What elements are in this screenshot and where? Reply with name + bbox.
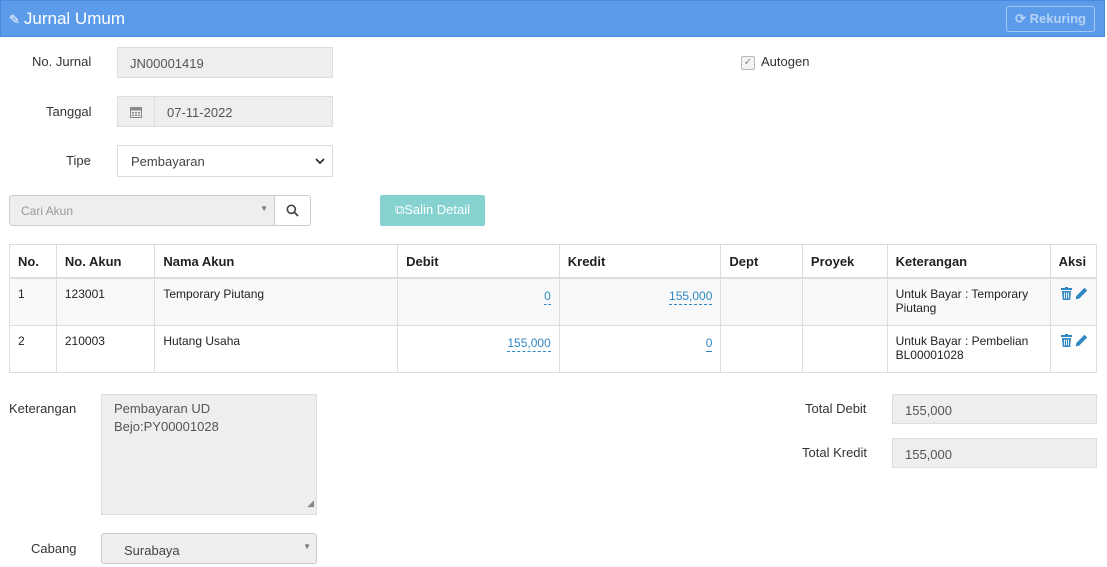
tanggal-value: 07-11-2022 — [167, 105, 233, 120]
cell-no: 2 — [9, 324, 57, 373]
autogen-checkbox[interactable]: ✓ — [741, 56, 755, 70]
keterangan-textarea[interactable]: Pembayaran UD Bejo:PY00001028 ◢ — [101, 394, 317, 515]
total-debit-field: 155,000 — [892, 394, 1097, 424]
cell-aksi — [1049, 324, 1098, 373]
cari-akun-group: Cari Akun ▼ — [9, 195, 311, 226]
debit-editable[interactable]: 155,000 — [507, 336, 551, 352]
panel-header: ✎ Jurnal Umum ⟳ Rekuring — [0, 0, 1105, 37]
tanggal-field[interactable]: 07-11-2022 — [117, 96, 333, 127]
total-debit-value: 155,000 — [905, 403, 952, 418]
col-debit: Debit — [397, 244, 560, 279]
table-header-row: No. No. Akun Nama Akun Debit Kredit Dept… — [9, 244, 1098, 279]
cell-dept — [720, 324, 803, 373]
resize-handle-icon[interactable]: ◢ — [307, 494, 314, 512]
rekuring-button[interactable]: ⟳ Rekuring — [1006, 6, 1095, 32]
total-debit-label: Total Debit — [805, 401, 867, 416]
tipe-select[interactable]: Pembayaran — [117, 145, 333, 177]
col-dept: Dept — [720, 244, 803, 279]
total-kredit-field: 155,000 — [892, 438, 1097, 468]
col-keterangan: Keterangan — [886, 244, 1051, 279]
panel-title: ✎ Jurnal Umum — [9, 9, 125, 29]
no-jurnal-value: JN00001419 — [130, 56, 204, 71]
cell-keterangan: Untuk Bayar : Temporary Piutang — [886, 277, 1051, 326]
keterangan-value: Pembayaran UD Bejo:PY00001028 — [114, 401, 219, 434]
kredit-editable[interactable]: 0 — [705, 336, 713, 352]
cell-nama-akun: Temporary Piutang — [154, 277, 399, 326]
keterangan-label: Keterangan — [9, 401, 77, 416]
cell-debit: 155,000 — [397, 324, 560, 373]
cell-no: 1 — [9, 277, 57, 326]
total-kredit-label: Total Kredit — [802, 445, 868, 460]
cell-keterangan: Untuk Bayar : Pembelian BL00001028 — [886, 324, 1051, 373]
cabang-select[interactable]: Surabaya ▼ — [101, 533, 317, 564]
cell-kredit: 0 — [558, 324, 722, 373]
edit-icon: ✎ — [9, 12, 20, 27]
col-no: No. — [9, 244, 57, 279]
salin-detail-button[interactable]: ⧉Salin Detail — [380, 195, 485, 226]
cari-akun-placeholder: Cari Akun — [21, 204, 74, 218]
search-button[interactable] — [274, 195, 311, 226]
pencil-icon[interactable] — [1075, 287, 1088, 300]
cell-proyek — [801, 277, 888, 326]
cari-akun-select[interactable]: Cari Akun ▼ — [9, 195, 275, 226]
trash-icon[interactable] — [1060, 333, 1072, 347]
journal-detail-table: No. No. Akun Nama Akun Debit Kredit Dept… — [9, 244, 1098, 373]
col-aksi: Aksi — [1049, 244, 1098, 279]
cell-proyek — [801, 324, 888, 373]
calendar-icon — [118, 97, 155, 126]
table-row: 1 123001 Temporary Piutang 0 155,000 Unt… — [9, 277, 1098, 326]
autogen-label: Autogen — [761, 54, 810, 69]
trash-icon[interactable] — [1060, 287, 1072, 300]
debit-editable[interactable]: 0 — [544, 289, 551, 305]
pencil-icon[interactable] — [1075, 334, 1088, 347]
cell-nama-akun: Hutang Usaha — [154, 324, 399, 373]
cell-kredit: 155,000 — [558, 277, 722, 326]
cell-no-akun: 123001 — [55, 277, 156, 326]
tanggal-label: Tanggal — [46, 104, 92, 119]
col-nama-akun: Nama Akun — [154, 244, 399, 279]
search-icon — [286, 204, 299, 217]
col-no-akun: No. Akun — [55, 244, 156, 279]
cabang-value: Surabaya — [124, 543, 180, 558]
copy-icon: ⧉ — [394, 202, 405, 217]
no-jurnal-label: No. Jurnal — [32, 54, 92, 69]
cell-no-akun: 210003 — [55, 324, 156, 373]
col-proyek: Proyek — [801, 244, 888, 279]
caret-down-icon: ▼ — [303, 542, 311, 551]
tipe-value: Pembayaran — [131, 154, 205, 169]
tipe-label: Tipe — [66, 153, 91, 168]
cell-debit: 0 — [397, 277, 560, 326]
cell-aksi — [1049, 277, 1098, 326]
col-kredit: Kredit — [558, 244, 722, 279]
kredit-editable[interactable]: 155,000 — [669, 289, 713, 305]
refresh-icon: ⟳ — [1015, 11, 1027, 26]
no-jurnal-field[interactable]: JN00001419 — [117, 47, 333, 78]
panel-title-text: Jurnal Umum — [23, 9, 125, 28]
cell-dept — [720, 277, 803, 326]
table-row: 2 210003 Hutang Usaha 155,000 0 Untuk Ba… — [9, 324, 1098, 373]
total-kredit-value: 155,000 — [905, 447, 952, 462]
salin-detail-label: Salin Detail — [404, 202, 471, 217]
caret-down-icon: ▼ — [260, 204, 268, 213]
rekuring-label: Rekuring — [1029, 11, 1086, 26]
chevron-down-icon — [314, 151, 326, 174]
cabang-label: Cabang — [31, 541, 77, 556]
